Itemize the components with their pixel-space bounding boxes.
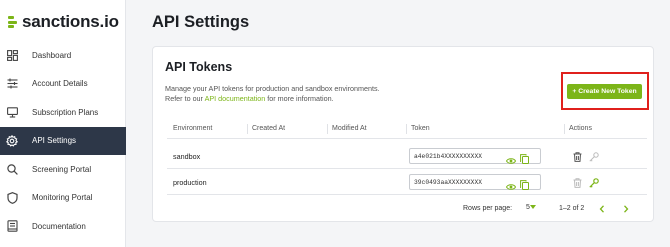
- header-created-at: Created At: [252, 125, 286, 132]
- pagination-range: 1–2 of 2: [559, 205, 585, 212]
- key-icon[interactable]: [589, 149, 599, 167]
- chevron-right-icon[interactable]: [623, 205, 629, 215]
- table-row: sandbox a4e021b4XXXXXXXXXX: [167, 144, 647, 169]
- sidebar-item-screening-portal[interactable]: Screening Portal: [0, 155, 126, 184]
- key-icon[interactable]: [589, 175, 599, 193]
- eye-icon[interactable]: [505, 152, 517, 170]
- card-description: Manage your API tokens for production an…: [165, 84, 425, 104]
- sidebar-item-label: Account Details: [32, 79, 88, 89]
- copy-icon[interactable]: [520, 177, 529, 195]
- rows-per-page-label: Rows per page:: [463, 205, 513, 212]
- logo[interactable]: sanctions.io: [8, 11, 119, 33]
- sidebar-item-documentation[interactable]: Documentation: [0, 212, 126, 241]
- sidebar-item-label: Dashboard: [32, 50, 72, 60]
- header-environment: Environment: [173, 125, 213, 132]
- sidebar: sanctions.io Dashboard Account Details S…: [0, 0, 126, 247]
- dashboard-icon: [6, 49, 18, 61]
- gear-icon: [6, 134, 18, 147]
- column-divider: [564, 124, 565, 134]
- token-field[interactable]: a4e021b4XXXXXXXXXX: [409, 148, 541, 164]
- copy-icon[interactable]: [520, 151, 529, 169]
- card-title: API Tokens: [165, 60, 233, 74]
- column-divider: [406, 124, 407, 134]
- token-field[interactable]: 39c0493aaXXXXXXXXX: [409, 174, 541, 190]
- sidebar-item-label: Screening Portal: [32, 164, 92, 174]
- sidebar-item-label: Documentation: [32, 221, 86, 231]
- api-documentation-link[interactable]: API documentation: [205, 94, 266, 103]
- column-divider: [247, 124, 248, 134]
- chevron-left-icon[interactable]: [599, 205, 605, 215]
- delete-icon[interactable]: [573, 149, 582, 167]
- description-suffix: for more information.: [265, 94, 334, 103]
- logo-text: sanctions.io: [22, 12, 119, 31]
- environment-cell: sandbox: [173, 152, 201, 161]
- sidebar-item-api-settings[interactable]: API Settings: [0, 126, 126, 155]
- sidebar-item-label: Subscription Plans: [32, 107, 99, 117]
- sliders-icon: [6, 78, 18, 90]
- header-actions: Actions: [569, 125, 592, 132]
- eye-icon[interactable]: [505, 178, 517, 196]
- book-icon: [6, 220, 18, 232]
- table-row: production 39c0493aaXXXXXXXXX: [167, 170, 647, 195]
- sidebar-item-monitoring-portal[interactable]: Monitoring Portal: [0, 184, 126, 213]
- table-header: Environment Created At Modified At Token…: [167, 121, 647, 139]
- sidebar-nav: Dashboard Account Details Subscription P…: [0, 41, 126, 241]
- rows-per-page-select[interactable]: 5: [526, 203, 536, 211]
- environment-cell: production: [173, 178, 207, 187]
- column-divider: [327, 124, 328, 134]
- sidebar-item-label: API Settings: [32, 136, 77, 146]
- create-new-token-button[interactable]: + Create New Token: [567, 84, 642, 99]
- shield-icon: [6, 191, 18, 204]
- page-title: API Settings: [152, 13, 250, 31]
- description-line-1: Manage your API tokens for production an…: [165, 84, 380, 93]
- token-value: a4e021b4XXXXXXXXXX: [414, 153, 483, 160]
- description-prefix: Refer to our: [165, 94, 205, 103]
- caret-down-icon: [530, 205, 536, 209]
- sidebar-item-label: Monitoring Portal: [32, 193, 93, 203]
- token-value: 39c0493aaXXXXXXXXX: [414, 179, 483, 186]
- sidebar-item-account-details[interactable]: Account Details: [0, 70, 126, 99]
- logo-mark-icon: [8, 15, 20, 29]
- search-icon: [6, 163, 18, 175]
- sidebar-item-subscription-plans[interactable]: Subscription Plans: [0, 98, 126, 127]
- api-tokens-card: API Tokens Manage your API tokens for pr…: [152, 46, 654, 222]
- highlight-box: + Create New Token: [561, 72, 649, 110]
- header-modified-at: Modified At: [332, 125, 367, 132]
- sidebar-item-dashboard[interactable]: Dashboard: [0, 41, 126, 70]
- rows-per-page-value: 5: [526, 203, 530, 211]
- header-token: Token: [411, 125, 430, 132]
- description-line-2: Refer to our API documentation for more …: [165, 94, 425, 104]
- delete-icon[interactable]: [573, 175, 582, 193]
- monitor-icon: [6, 106, 18, 118]
